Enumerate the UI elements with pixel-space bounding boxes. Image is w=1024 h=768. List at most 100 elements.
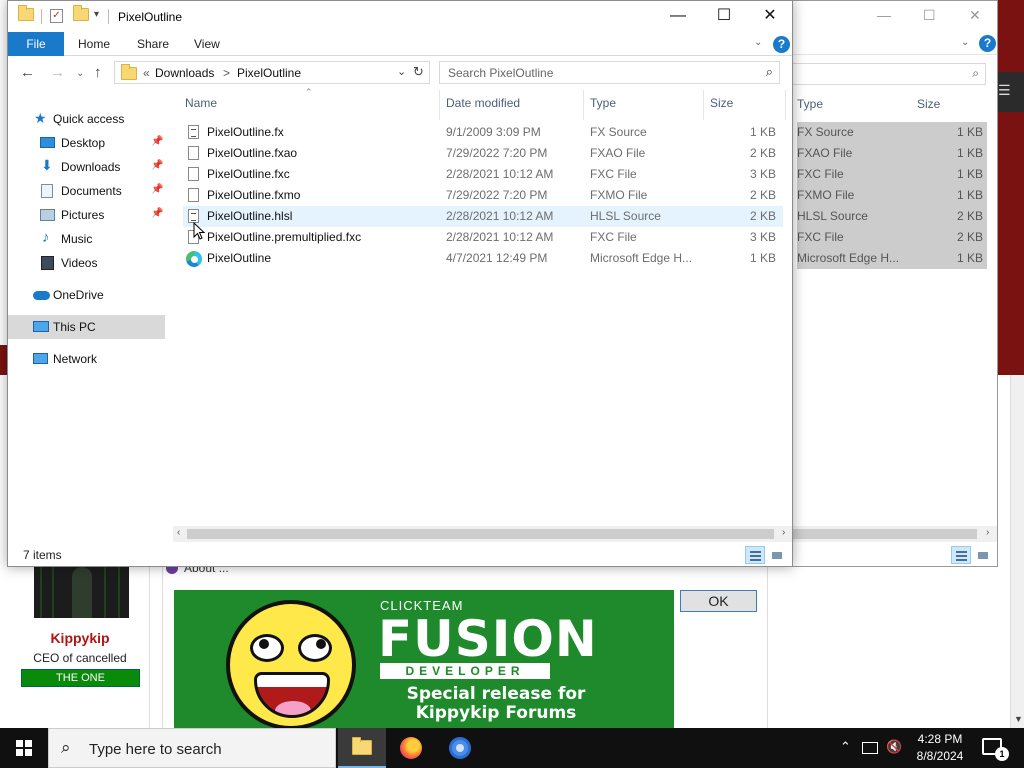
address-dropdown-chevron-icon[interactable]: ⌄ [397,65,406,78]
taskbar-chrome[interactable] [436,728,484,768]
file-row[interactable]: PixelOutline.fxmo 7/29/2022 7:20 PM FXMO… [183,185,783,206]
refresh-icon[interactable]: ↻ [413,64,424,80]
computer-icon [33,321,49,332]
tab-share[interactable]: Share [127,32,179,56]
ribbon-expand-chevron-icon[interactable]: ⌄ [961,37,969,48]
nav-downloads[interactable]: ⬇ Downloads 📌 [8,155,165,179]
scrollbar-thumb[interactable] [187,529,774,539]
title-bar[interactable]: ✓ ▾ PixelOutline — ☐ ✕ [8,1,792,32]
horizontal-scrollbar[interactable]: ‹ › [173,526,792,542]
large-icons-view-icon[interactable] [973,546,993,564]
nav-network[interactable]: Network [8,347,165,371]
scroll-down-arrow-icon[interactable]: ▼ [1014,714,1023,724]
search-input[interactable]: Search PixelOutline [448,66,553,80]
maximize-icon[interactable]: ☐ [701,1,747,31]
table-row[interactable]: FXAO File 1 KB [797,143,987,164]
hamburger-menu-icon[interactable]: ☰ [998,82,1011,99]
pin-icon[interactable]: 📌 [151,160,163,171]
maximize-icon[interactable]: ☐ [923,7,936,24]
taskbar-search-input[interactable]: Type here to search [89,741,222,758]
details-view-icon[interactable] [951,546,971,564]
tab-file[interactable]: File [8,32,64,56]
table-row[interactable]: Microsoft Edge H... 1 KB [797,248,987,269]
minimize-icon[interactable]: — [877,7,891,23]
new-folder-icon[interactable] [73,5,89,24]
tab-view[interactable]: View [184,32,230,56]
help-icon[interactable]: ? [773,36,790,53]
nav-documents[interactable]: Documents 📌 [8,179,165,203]
scroll-left-arrow-icon[interactable]: ‹ [177,527,180,538]
user-avatar[interactable] [34,563,129,618]
nav-pictures[interactable]: Pictures 📌 [8,203,165,227]
forum-user-title: CEO of cancelled [33,651,127,665]
back-arrow-icon[interactable]: ← [20,64,35,81]
taskbar-search-box[interactable]: ⌕ Type here to search [48,728,336,768]
search-box[interactable]: Search PixelOutline ⌕ [439,61,780,84]
customize-quick-access-icon[interactable]: ▾ [94,9,99,20]
breadcrumb-overflow[interactable]: « [143,66,150,80]
search-icon: ⌕ [765,64,773,79]
large-icons-view-icon[interactable] [767,546,787,564]
notifications-icon[interactable]: 1 [982,738,1009,761]
desktop-icon [40,137,55,148]
file-list: ⌃ Name Date modified Type Size PixelOutl… [173,87,792,526]
system-clock[interactable]: 4:28 PM 8/8/2024 [905,731,975,765]
file-row[interactable]: PixelOutline.fxao 7/29/2022 7:20 PM FXAO… [183,143,783,164]
taskbar-firefox[interactable] [387,728,435,768]
table-row[interactable]: FXC File 1 KB [797,164,987,185]
ok-button[interactable]: OK [680,590,757,612]
file-row[interactable]: PixelOutline.fx 9/1/2009 3:09 PM FX Sour… [183,122,783,143]
details-view-icon[interactable] [745,546,765,564]
file-row[interactable]: PixelOutline.premultiplied.fxc 2/28/2021… [183,227,783,248]
ribbon-expand-chevron-icon[interactable]: ⌄ [754,37,762,48]
forward-arrow-icon[interactable]: → [50,64,65,81]
breadcrumb-separator[interactable]: > [223,66,230,80]
column-header-type[interactable]: Type [590,96,616,110]
show-hidden-icons-chevron-icon[interactable]: ⌃ [840,739,851,755]
column-header-size[interactable]: Size [710,96,733,110]
file-explorer-icon [352,737,372,758]
taskbar-file-explorer[interactable] [338,728,386,768]
pin-icon[interactable]: 📌 [151,136,163,147]
table-row[interactable]: FX Source 1 KB [797,122,987,143]
address-bar[interactable]: « Downloads > PixelOutline ⌄ ↻ [114,61,430,84]
file-row[interactable]: PixelOutline 4/7/2021 12:49 PM Microsoft… [183,248,783,269]
network-tray-icon[interactable] [862,742,878,754]
close-icon[interactable]: ✕ [969,7,981,24]
background-search-box[interactable]: ⌕ [789,63,986,85]
nav-onedrive[interactable]: OneDrive [8,283,165,307]
page-vertical-scrollbar[interactable]: ▼ [1010,375,1024,728]
properties-icon[interactable]: ✓ [50,9,63,23]
start-button[interactable] [0,728,48,768]
nav-music[interactable]: ♪ Music [8,227,165,251]
network-icon [33,353,48,364]
table-row[interactable]: HLSL Source 2 KB [797,206,987,227]
column-header-date-modified[interactable]: Date modified [446,96,520,110]
pin-icon[interactable]: 📌 [151,208,163,219]
help-icon[interactable]: ? [979,35,996,52]
nav-desktop[interactable]: Desktop 📌 [8,131,165,155]
up-arrow-icon[interactable]: ↑ [94,64,102,81]
volume-muted-icon[interactable]: 🔇 [886,739,902,755]
breadcrumb-downloads[interactable]: Downloads [155,66,214,80]
file-row-hovered[interactable]: PixelOutline.hlsl 2/28/2021 10:12 AM HLS… [183,206,783,227]
column-header-name[interactable]: Name [185,96,217,110]
minimize-icon[interactable]: — [655,1,701,31]
pin-icon[interactable]: 📌 [151,184,163,195]
nav-videos[interactable]: Videos [8,251,165,275]
close-icon[interactable]: ✕ [747,1,792,31]
scroll-right-arrow-icon[interactable]: › [782,527,785,538]
nav-quick-access[interactable]: ★ Quick access [8,107,165,131]
nav-this-pc[interactable]: This PC [8,315,165,339]
tab-home[interactable]: Home [68,32,120,56]
column-header-type[interactable]: Type [797,97,823,111]
breadcrumb-pixeloutline[interactable]: PixelOutline [237,66,301,80]
window-title: PixelOutline [118,10,183,24]
recent-locations-chevron-icon[interactable]: ⌄ [76,68,84,79]
forum-username[interactable]: Kippykip [10,630,150,646]
table-row[interactable]: FXC File 2 KB [797,227,987,248]
file-row[interactable]: PixelOutline.fxc 2/28/2021 10:12 AM FXC … [183,164,783,185]
column-header-size[interactable]: Size [917,97,940,111]
background-horizontal-scrollbar[interactable]: › [781,526,997,542]
table-row[interactable]: FXMO File 1 KB [797,185,987,206]
